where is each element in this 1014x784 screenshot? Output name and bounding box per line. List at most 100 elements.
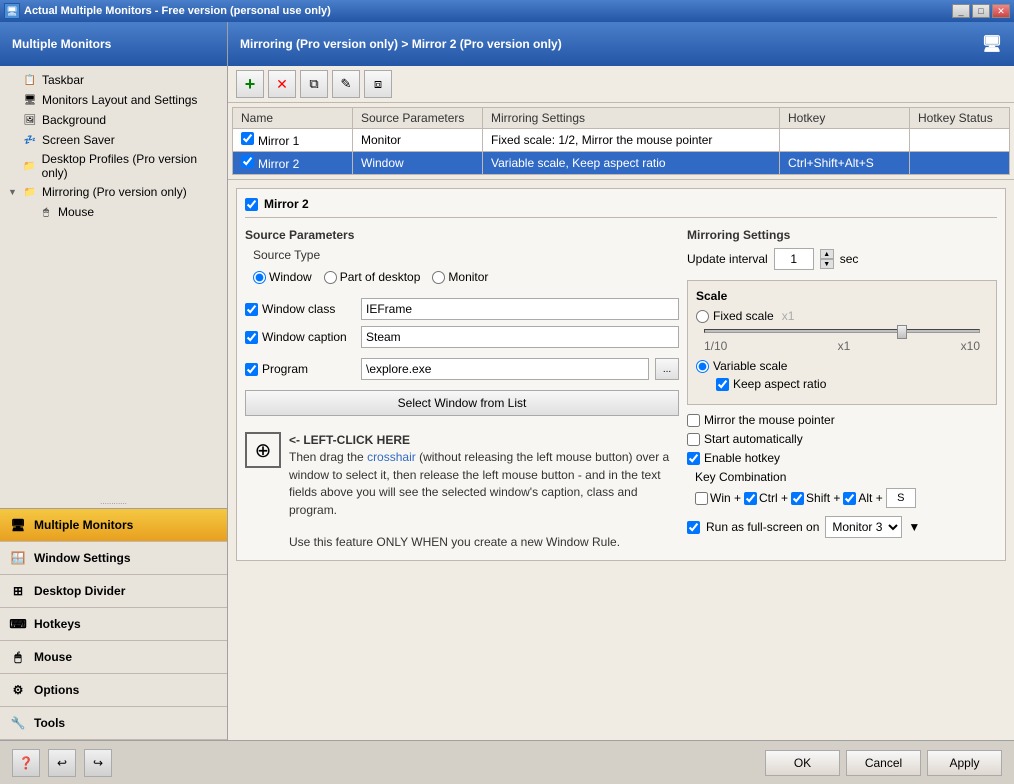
update-interval-input[interactable]: [774, 248, 814, 270]
nav-tools[interactable]: 🔧 Tools: [0, 707, 227, 740]
browse-button[interactable]: ...: [655, 358, 679, 380]
scale-thumb[interactable]: [897, 325, 907, 339]
radio-monitor[interactable]: Monitor: [432, 270, 488, 284]
sidebar-tree: 📋 Taskbar 🖥 Monitors Layout and Settings…: [0, 66, 227, 495]
source-params-header: Source Parameters: [245, 228, 679, 242]
nav-desktop-divider[interactable]: ⊞ Desktop Divider: [0, 575, 227, 608]
update-interval-row: Update interval ▲ ▼ sec: [687, 248, 997, 270]
spin-up[interactable]: ▲: [820, 249, 834, 259]
window-caption-label: Window caption: [262, 330, 347, 344]
minimize-button[interactable]: _: [952, 4, 970, 18]
window-class-input[interactable]: [361, 298, 679, 320]
row-checkbox[interactable]: [241, 155, 254, 168]
enable-hotkey-label: Enable hotkey: [704, 451, 780, 465]
sidebar-nav: 🖥 Multiple Monitors 🪟 Window Settings ⊞ …: [0, 508, 227, 740]
variable-scale-label: Variable scale: [713, 359, 787, 373]
apply-button[interactable]: Apply: [927, 750, 1002, 776]
nav-window-settings[interactable]: 🪟 Window Settings: [0, 542, 227, 575]
key-combo: Win + Ctrl + Shift +: [695, 488, 997, 508]
right-col: Mirroring Settings Update interval ▲ ▼ s…: [687, 228, 997, 552]
spinner-buttons: ▲ ▼: [820, 249, 834, 269]
crosshair-icon[interactable]: ⊕: [245, 432, 281, 468]
ctrl-label: Ctrl +: [759, 491, 788, 505]
radio-part-desktop[interactable]: Part of desktop: [324, 270, 421, 284]
sidebar-item-background[interactable]: 🖼 Background: [0, 110, 227, 130]
bottom-bar: ❓ ↩ ↪ OK Cancel Apply: [0, 740, 1014, 784]
row-checkbox[interactable]: [241, 132, 254, 145]
window-caption-row: Window caption: [245, 326, 679, 348]
win-checkbox[interactable]: [695, 492, 708, 505]
window-class-checkbox[interactable]: [245, 303, 258, 316]
source-type-label: Source Type: [253, 248, 679, 262]
sidebar-item-mouse[interactable]: 🖱 Mouse: [0, 202, 227, 222]
row-hotkey: Ctrl+Shift+Alt+S: [780, 152, 910, 175]
update-interval-unit: sec: [840, 252, 859, 266]
keep-aspect-checkbox[interactable]: [716, 378, 729, 391]
shift-checkbox[interactable]: [791, 492, 804, 505]
nav-mouse[interactable]: 🖱 Mouse: [0, 641, 227, 674]
select-window-button[interactable]: Select Window from List: [245, 390, 679, 416]
radio-window[interactable]: Window: [253, 270, 312, 284]
maximize-button[interactable]: □: [972, 4, 990, 18]
remove-button[interactable]: ✕: [268, 70, 296, 98]
win-key-part: Win +: [695, 491, 741, 505]
hotkeys-icon: ⌨: [8, 614, 28, 634]
spin-down[interactable]: ▼: [820, 259, 834, 269]
nav-multiple-monitors[interactable]: 🖥 Multiple Monitors: [0, 509, 227, 542]
fixed-scale-radio[interactable]: [696, 310, 709, 323]
settings-panel: Mirror 2 Source Parameters Source Type W…: [228, 180, 1014, 740]
redo-button[interactable]: ↪: [84, 749, 112, 777]
alt-checkbox[interactable]: [843, 492, 856, 505]
add-button[interactable]: +: [236, 70, 264, 98]
left-col: Source Parameters Source Type Window Par…: [245, 228, 679, 552]
fixed-scale-value: x1: [782, 309, 795, 323]
copy-button[interactable]: ⧉: [300, 70, 328, 98]
ok-button[interactable]: OK: [765, 750, 840, 776]
window-caption-checkbox[interactable]: [245, 331, 258, 344]
program-checkbox[interactable]: [245, 363, 258, 376]
run-fullscreen-checkbox[interactable]: [687, 521, 700, 534]
nav-item-label: Tools: [34, 716, 65, 730]
window-caption-input[interactable]: [361, 326, 679, 348]
shift-label: Shift +: [806, 491, 840, 505]
crosshair-instructions: <- LEFT-CLICK HERE Then drag the crossha…: [289, 432, 679, 552]
help-button[interactable]: ❓: [12, 749, 40, 777]
dropdown-arrow: ▼: [908, 520, 920, 534]
enable-hotkey-checkbox[interactable]: [687, 452, 700, 465]
fixed-scale-label: Fixed scale: [713, 309, 774, 323]
sidebar-item-taskbar[interactable]: 📋 Taskbar: [0, 70, 227, 90]
mirror-mouse-checkbox[interactable]: [687, 414, 700, 427]
sidebar-item-label: Background: [42, 113, 106, 127]
scale-section: Scale Fixed scale x1: [687, 280, 997, 405]
sidebar-item-desktop-profiles[interactable]: 📁 Desktop Profiles (Pro version only): [0, 150, 227, 182]
scale-slider-track[interactable]: [704, 329, 980, 333]
nav-options[interactable]: ⚙ Options: [0, 674, 227, 707]
sidebar-item-screen-saver[interactable]: 💤 Screen Saver: [0, 130, 227, 150]
nav-hotkeys[interactable]: ⌨ Hotkeys: [0, 608, 227, 641]
key-value-input[interactable]: [886, 488, 916, 508]
ctrl-checkbox[interactable]: [744, 492, 757, 505]
cancel-button[interactable]: Cancel: [846, 750, 921, 776]
undo-button[interactable]: ↩: [48, 749, 76, 777]
start-auto-checkbox[interactable]: [687, 433, 700, 446]
edit-button[interactable]: ✎: [332, 70, 360, 98]
sidebar-item-mirroring[interactable]: ▼ 📁 Mirroring (Pro version only): [0, 182, 227, 202]
fixed-scale-row: Fixed scale x1: [696, 309, 988, 323]
sidebar-item-label: Mouse: [58, 205, 94, 219]
mirror-mouse-label: Mirror the mouse pointer: [704, 413, 835, 427]
nav-dots: ............: [0, 495, 227, 508]
mirror-enabled-checkbox[interactable]: [245, 198, 258, 211]
program-input[interactable]: [361, 358, 649, 380]
table-row[interactable]: Mirror 2 Window Variable scale, Keep asp…: [233, 152, 1010, 175]
table-row[interactable]: Mirror 1 Monitor Fixed scale: 1/2, Mirro…: [233, 129, 1010, 152]
content-header: Mirroring (Pro version only) > Mirror 2 …: [228, 22, 1014, 66]
sidebar-header-text: Multiple Monitors: [12, 37, 111, 51]
sidebar-item-monitors-layout[interactable]: 🖥 Monitors Layout and Settings: [0, 90, 227, 110]
monitor-select[interactable]: Monitor 3: [825, 516, 902, 538]
clone-button[interactable]: ⧈: [364, 70, 392, 98]
close-button[interactable]: ✕: [992, 4, 1010, 18]
screen-saver-icon: 💤: [22, 132, 38, 148]
col-source: Source Parameters: [353, 108, 483, 129]
nav-item-label: Desktop Divider: [34, 584, 125, 598]
variable-scale-radio[interactable]: [696, 360, 709, 373]
